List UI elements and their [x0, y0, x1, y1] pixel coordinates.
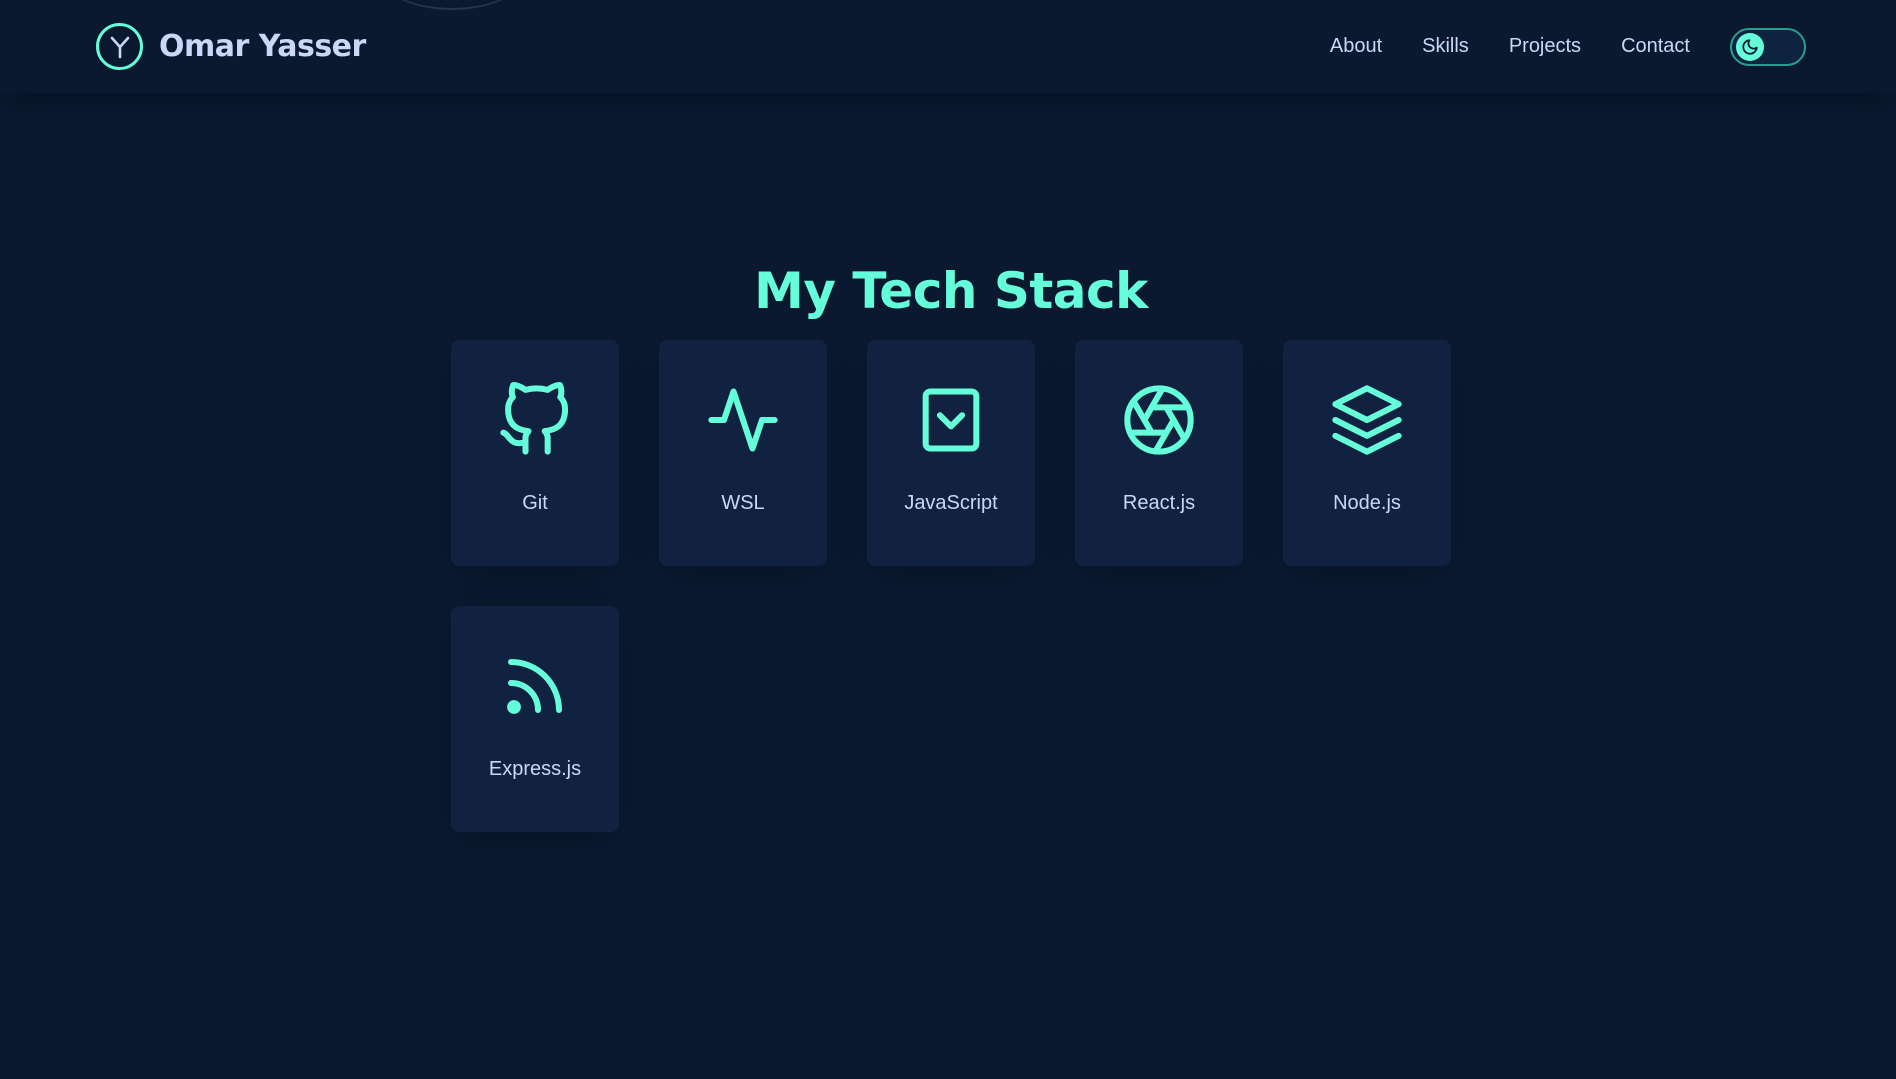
skill-card-nodejs[interactable]: Node.js	[1283, 340, 1451, 566]
chevron-down-square-icon	[913, 382, 989, 458]
tech-stack-grid: Git WSL JavaScript React.js Node.js Expr…	[451, 340, 1461, 832]
skill-label: Express.js	[488, 758, 582, 780]
nav-link-contact[interactable]: Contact	[1621, 35, 1690, 58]
skill-label: Git	[522, 492, 548, 514]
skill-label: WSL	[721, 492, 765, 514]
activity-icon	[705, 382, 781, 458]
section-title: My Tech Stack	[754, 262, 1148, 320]
navbar: Omar Yasser About Skills Projects Contac…	[0, 0, 1896, 93]
skill-card-reactjs[interactable]: React.js	[1075, 340, 1243, 566]
nav-links: About Skills Projects Contact	[1330, 27, 1806, 66]
nav-link-about[interactable]: About	[1330, 35, 1382, 58]
github-icon	[497, 382, 573, 458]
skill-card-expressjs[interactable]: Express.js	[451, 606, 619, 832]
skill-card-wsl[interactable]: WSL	[659, 340, 827, 566]
brand[interactable]: Omar Yasser	[96, 23, 366, 70]
skill-label: Node.js	[1333, 492, 1401, 514]
rss-icon	[497, 648, 573, 724]
logo-icon	[96, 23, 143, 70]
moon-icon	[1736, 32, 1764, 61]
layers-icon	[1329, 382, 1405, 458]
nav-link-projects[interactable]: Projects	[1509, 35, 1581, 58]
theme-toggle[interactable]	[1730, 27, 1806, 66]
skill-label: JavaScript	[904, 492, 998, 514]
skill-card-javascript[interactable]: JavaScript	[867, 340, 1035, 566]
skill-card-git[interactable]: Git	[451, 340, 619, 566]
brand-name: Omar Yasser	[159, 29, 366, 64]
nav-link-skills[interactable]: Skills	[1422, 35, 1469, 58]
skill-label: React.js	[1122, 492, 1196, 514]
aperture-icon	[1121, 382, 1197, 458]
